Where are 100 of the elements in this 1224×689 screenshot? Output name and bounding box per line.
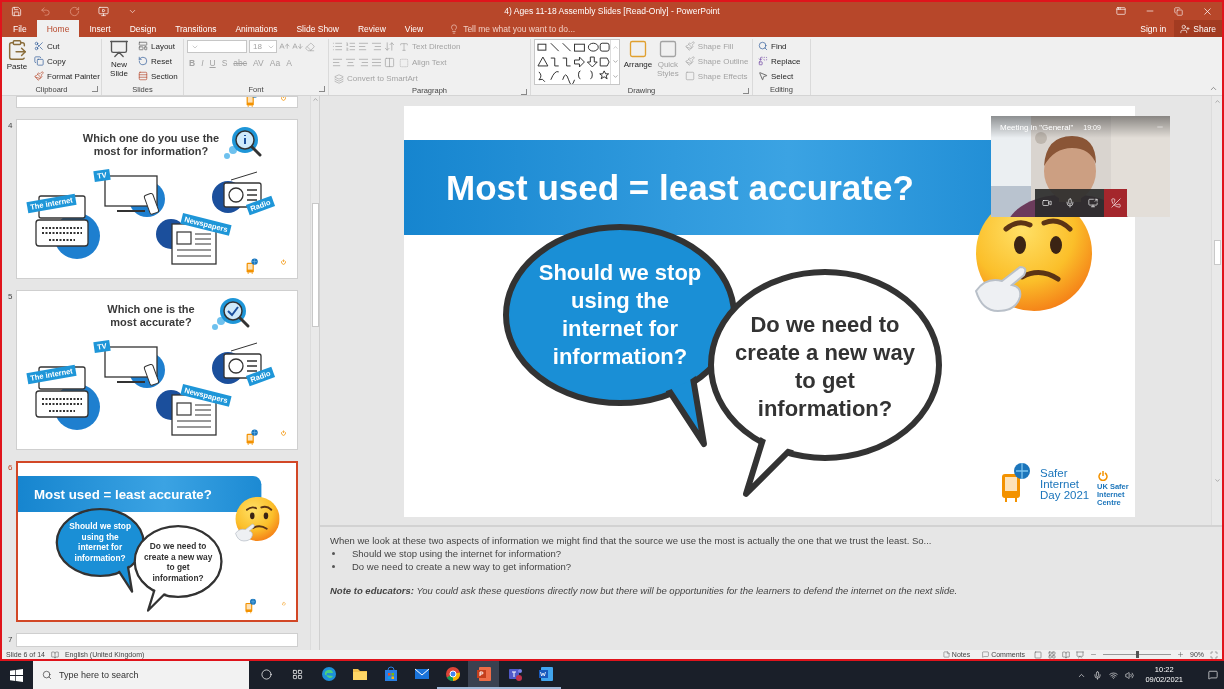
replace-icon	[758, 56, 768, 66]
find-button[interactable]: Find	[756, 39, 803, 53]
text-direction-icon	[399, 41, 409, 52]
ribbon-tab[interactable]: Design	[120, 20, 166, 37]
slide-thumbnail[interactable]: Most used = least accurate? Should we stop using the internet for information? Do we need to create a new way to get information?	[16, 461, 298, 622]
taskbar-app[interactable]	[468, 661, 499, 689]
collapse-ribbon-button[interactable]	[1209, 84, 1218, 93]
reset-icon	[138, 56, 148, 66]
ribbon-tab[interactable]: View	[395, 20, 433, 37]
slide-number: 6	[7, 463, 14, 472]
share-button[interactable]: Share	[1174, 20, 1222, 37]
ribbon-tab[interactable]: Review	[349, 20, 395, 37]
scissors-icon	[34, 41, 44, 51]
spelling-icon[interactable]	[50, 650, 59, 659]
scroll-up-icon[interactable]	[311, 96, 319, 103]
ribbon-tab[interactable]: Transitions	[166, 20, 226, 37]
fill-icon	[684, 41, 695, 51]
volume-icon[interactable]	[1125, 670, 1135, 680]
pointer-icon	[758, 71, 768, 81]
dialog-launcher-icon[interactable]	[521, 89, 527, 95]
sign-in-link[interactable]: Sign in	[1132, 20, 1175, 37]
minimize-button[interactable]	[1156, 123, 1164, 131]
scroll-up-icon[interactable]	[1213, 98, 1221, 105]
slide-thumbnail[interactable]	[16, 633, 298, 647]
arrange-button[interactable]: Arrange	[623, 39, 653, 85]
sorter-view-icon[interactable]	[1048, 650, 1056, 659]
tv-drawing	[104, 175, 165, 217]
section-icon	[138, 71, 148, 81]
select-button[interactable]: Select	[756, 69, 803, 83]
edge-icon	[320, 666, 337, 682]
search-field[interactable]: Type here to search	[33, 661, 249, 689]
scroll-down-icon[interactable]	[1213, 477, 1221, 484]
scrollbar[interactable]	[1211, 96, 1222, 525]
logo-text: Safer Internet Day 2021	[1040, 468, 1090, 501]
scroll-down-icon[interactable]	[611, 58, 619, 66]
mic-icon	[1064, 198, 1075, 208]
normal-view-icon[interactable]	[1034, 650, 1042, 659]
ribbon-tab[interactable]: Slide Show	[287, 20, 348, 37]
slideshow-view-icon[interactable]	[1076, 650, 1084, 659]
copy-button[interactable]: Copy	[32, 54, 102, 68]
slide-thumbnail[interactable]	[16, 96, 298, 108]
dialog-launcher-icon[interactable]	[319, 86, 325, 92]
ribbon-tab[interactable]: Animations	[226, 20, 287, 37]
paintbrush-icon	[34, 71, 44, 81]
dialog-launcher-icon[interactable]	[743, 88, 749, 94]
copy-icon	[34, 56, 44, 66]
reset-button[interactable]: Reset	[136, 54, 180, 68]
caret-icon	[1209, 84, 1218, 93]
section-button[interactable]: Section	[136, 69, 180, 83]
powerpoint-icon	[475, 666, 492, 682]
slide-title: Most used = least accurate?	[33, 486, 212, 502]
comment-icon	[982, 651, 990, 658]
ribbon-tab[interactable]: File	[4, 20, 36, 37]
zoom-in-icon[interactable]	[1177, 651, 1184, 658]
power-icon	[1098, 470, 1108, 481]
scroll-up-icon[interactable]	[611, 43, 619, 51]
cut-button[interactable]: Cut	[32, 39, 102, 53]
slide-title: Which one do you use the most for information?	[81, 132, 221, 158]
circle-icon	[261, 668, 272, 680]
restore-icon	[1174, 6, 1183, 16]
bullet-icon	[332, 565, 335, 568]
hang-up-button[interactable]	[1104, 189, 1127, 217]
scrollbar-thumb[interactable]	[311, 203, 319, 327]
ribbon-tab[interactable]: Home	[36, 20, 80, 37]
notes-text: Note to educators: You could ask these questions directly now but there will be opportunities for the learners to defend the internet on the next slide.	[330, 585, 959, 596]
fit-icon[interactable]	[1210, 650, 1218, 659]
new-slide-button[interactable]: New Slide	[105, 39, 133, 83]
tell-me-search[interactable]: Tell me what you want to do...	[443, 20, 582, 37]
teams-icon	[506, 666, 523, 682]
save-icon	[11, 5, 22, 17]
shape-gallery[interactable]	[534, 39, 620, 85]
word-icon	[537, 666, 554, 682]
dialog-launcher-icon[interactable]	[92, 86, 98, 92]
redo-icon	[69, 5, 80, 17]
paste-button[interactable]: Paste	[5, 39, 29, 83]
replace-button[interactable]: Replace	[756, 54, 803, 68]
clipboard-icon	[6, 39, 28, 61]
scrollbar[interactable]	[310, 96, 319, 650]
scrollbar-thumb[interactable]	[1213, 240, 1221, 265]
notes-text: Should we stop using the internet for information?	[352, 548, 562, 559]
layout-button[interactable]: Layout	[136, 39, 180, 53]
reading-view-icon[interactable]	[1062, 650, 1070, 659]
ribbon-tab[interactable]: Insert	[80, 20, 120, 37]
more-icon[interactable]	[611, 73, 619, 81]
camera-icon	[1041, 198, 1052, 208]
power-icon	[281, 430, 286, 436]
format-painter-button[interactable]: Format Painter	[32, 69, 102, 83]
share-screen-icon	[1087, 198, 1098, 208]
notification-icon[interactable]	[1208, 670, 1218, 680]
align-text-icon	[399, 57, 409, 68]
mic-icon[interactable]	[1093, 670, 1103, 680]
layout-icon	[138, 41, 148, 51]
logo-icon	[245, 429, 259, 445]
zoom-out-icon[interactable]	[1090, 651, 1097, 658]
meeting-title: Meeting in "General"	[1000, 122, 1074, 132]
effects-icon	[684, 71, 695, 81]
bubble-text: Should we stop using the internet for information?	[68, 521, 133, 564]
network-icon[interactable]	[1109, 670, 1119, 680]
thinking-emoji-icon	[233, 496, 280, 543]
task-view-icon	[292, 668, 303, 680]
